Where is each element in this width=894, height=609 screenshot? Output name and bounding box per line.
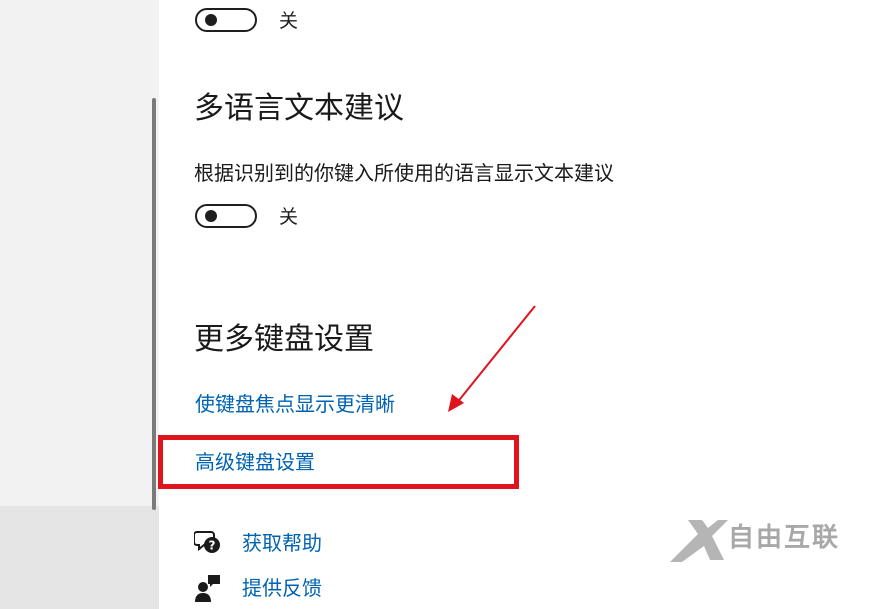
keyboard-focus-link[interactable]: 使键盘焦点显示更清晰 [195, 391, 395, 417]
scrollbar[interactable] [152, 98, 156, 510]
watermark-text: 自由互联 [728, 523, 841, 553]
settings-window: 关 多语言文本建议 根据识别到的你键入所使用的语言显示文本建议 关 更多键盘设置… [0, 0, 894, 609]
multilang-heading: 多语言文本建议 [194, 91, 404, 126]
more-keyboard-heading: 更多键盘设置 [194, 322, 374, 357]
multilang-toggle-state: 关 [279, 206, 299, 228]
toggle-knob [205, 210, 217, 222]
previous-setting-toggle-state: 关 [279, 10, 299, 32]
multilang-description: 根据识别到的你键入所使用的语言显示文本建议 [194, 161, 614, 185]
toggle-knob [205, 14, 217, 26]
chat-question-icon: ? [194, 531, 220, 553]
multilang-toggle[interactable] [195, 204, 257, 228]
annotation-arrow [448, 305, 536, 412]
svg-text:?: ? [209, 539, 216, 553]
give-feedback-link[interactable]: 提供反馈 [242, 575, 322, 601]
annotation-highlight-box [158, 435, 519, 489]
get-help-link[interactable]: 获取帮助 [242, 530, 322, 556]
feedback-person-icon [195, 575, 220, 602]
navigation-pane-selected-item[interactable] [0, 506, 159, 609]
previous-setting-toggle[interactable] [195, 8, 257, 32]
